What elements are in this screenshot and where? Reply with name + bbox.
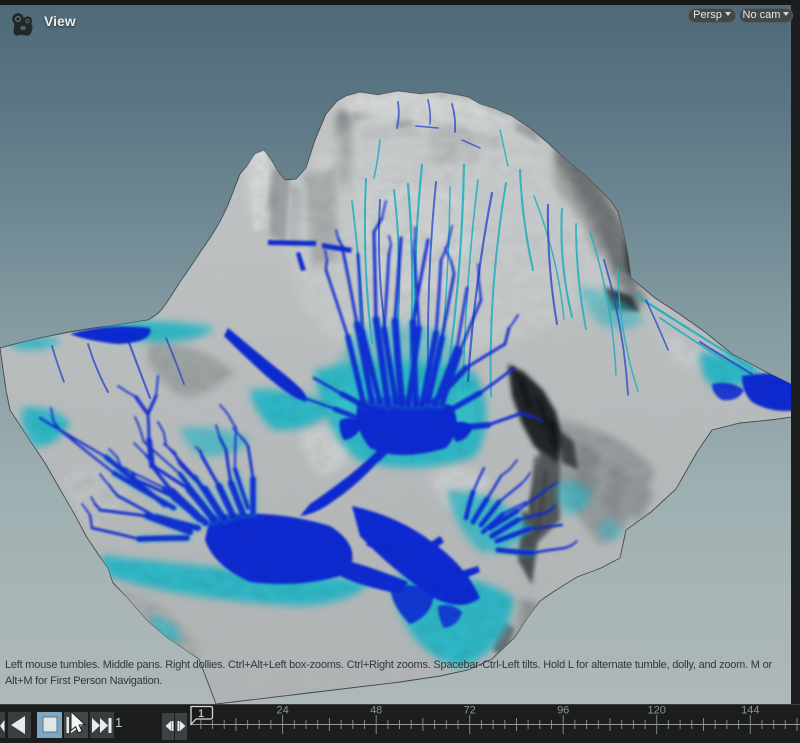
svg-text:24: 24 [276, 705, 288, 717]
svg-text:120: 120 [648, 705, 666, 717]
svg-text:72: 72 [464, 705, 476, 717]
svg-text:1: 1 [198, 708, 204, 720]
svg-text:96: 96 [557, 705, 569, 717]
svg-text:144: 144 [741, 705, 759, 717]
svg-text:48: 48 [370, 705, 382, 717]
